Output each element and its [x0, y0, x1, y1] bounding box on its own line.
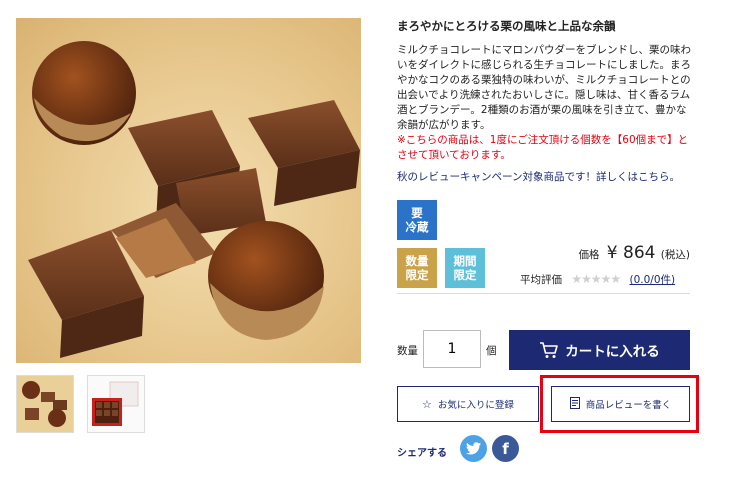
- add-to-cart-label: カートに入れる: [565, 344, 660, 360]
- write-review-label: 商品レビューを書く: [585, 400, 672, 411]
- chocolate-chestnut-illustration: [28, 41, 360, 358]
- document-icon: [569, 396, 580, 412]
- chestnut-bottom-right: [208, 221, 324, 340]
- price-value: ¥ 864: [606, 243, 656, 263]
- add-favorite-button[interactable]: ☆ お気に入りに登録: [397, 386, 539, 422]
- order-limit-notice: ※こちらの商品は、1度にご注文頂ける個数を【60個まで】とさせて頂いております。: [397, 134, 689, 161]
- product-main-image: [16, 18, 361, 363]
- quantity-label: 数量: [397, 345, 418, 357]
- refrigerate-badge: 要 冷蔵: [397, 200, 437, 240]
- review-campaign-link[interactable]: 秋のレビューキャンペーン対象商品です！詳しくはこちら。: [397, 169, 680, 184]
- facebook-share-button[interactable]: f: [492, 435, 519, 462]
- twitter-icon: [466, 442, 481, 455]
- product-description: ミルクチョコレートにマロンパウダーをブレンドし、栗の味わいをダイレクトに感じられ…: [397, 44, 691, 131]
- quantity-unit: 個: [486, 345, 497, 357]
- share-label: シェアする: [397, 448, 447, 459]
- limited-quantity-badge-label: 数量 限定: [405, 254, 429, 282]
- price-tax: (税込): [660, 249, 690, 261]
- quantity-input[interactable]: [423, 330, 481, 368]
- limited-period-badge: 期間 限定: [445, 248, 485, 288]
- thumbnail-box-image: [92, 381, 139, 426]
- write-review-button[interactable]: 商品レビューを書く: [551, 386, 690, 422]
- rating-label: 平均評価: [520, 274, 562, 286]
- limited-quantity-badge: 数量 限定: [397, 248, 437, 288]
- twitter-share-button[interactable]: [460, 435, 487, 462]
- facebook-icon: f: [502, 439, 509, 458]
- rating-count-link[interactable]: (0.0/0件): [629, 274, 675, 286]
- rating-stars-icon: ★★★★★: [571, 272, 621, 286]
- divider: [397, 293, 690, 294]
- rating-row: 平均評価 ★★★★★ (0.0/0件): [520, 272, 675, 287]
- price-label: 価格: [578, 249, 600, 261]
- add-to-cart-button[interactable]: カートに入れる: [509, 330, 690, 370]
- refrigerate-badge-label: 要 冷蔵: [405, 206, 429, 234]
- chestnut-top-left: [32, 41, 136, 145]
- add-favorite-label: お気に入りに登録: [437, 400, 514, 411]
- product-description-block: ミルクチョコレートにマロンパウダーをブレンドし、栗の味わいをダイレクトに感じられ…: [397, 43, 697, 163]
- thumbnail-1[interactable]: [16, 375, 74, 433]
- price-row: 価格 ¥ 864 (税込): [578, 243, 690, 263]
- star-icon: ☆: [422, 397, 432, 411]
- thumbnail-chocolates-image: [22, 381, 67, 427]
- product-title: まろやかにとろける栗の風味と上品な余韻: [397, 19, 616, 33]
- limited-period-badge-label: 期間 限定: [453, 254, 477, 282]
- cart-icon: [539, 341, 559, 359]
- thumbnail-2[interactable]: [87, 375, 145, 433]
